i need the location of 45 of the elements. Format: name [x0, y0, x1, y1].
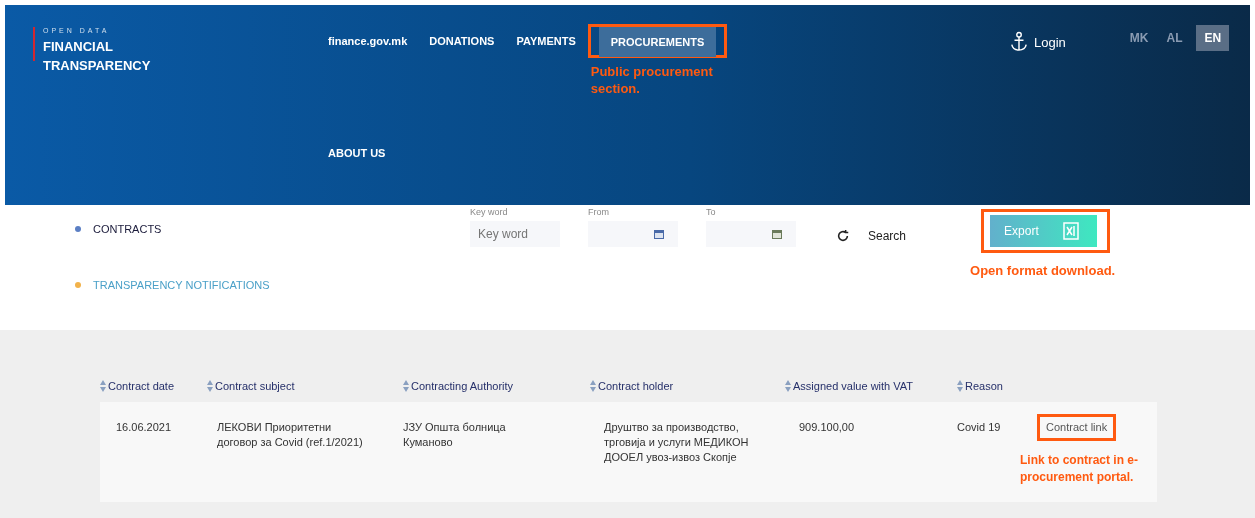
spreadsheet-icon — [1060, 221, 1081, 241]
annotation-text: Public procurement section. — [590, 63, 714, 97]
date-field[interactable] — [706, 221, 796, 247]
login-link[interactable]: Login — [1010, 31, 1066, 53]
nav-link[interactable]: DONATIONS — [429, 26, 495, 56]
contract-link[interactable]: Contract link — [1046, 421, 1108, 433]
sort-icon[interactable] — [785, 380, 791, 392]
column-header[interactable]: Assigned value with VAT — [793, 380, 914, 392]
annotation-text: Link to contract in e-procurement portal. — [1020, 452, 1139, 486]
refresh-icon[interactable] — [836, 229, 850, 243]
language-tab[interactable]: MK — [1125, 25, 1153, 51]
nav-link[interactable]: ABOUT US — [328, 138, 386, 168]
sort-icon[interactable] — [590, 380, 596, 392]
keyword-field[interactable]: Key word — [470, 221, 560, 247]
nav-link[interactable]: PAYMENTS — [516, 26, 576, 56]
calendar-icon — [772, 229, 782, 239]
nav-link[interactable]: PROCUREMENTS — [598, 27, 717, 57]
sort-icon[interactable] — [403, 380, 409, 392]
language-tab[interactable]: EN — [1196, 25, 1230, 51]
logo-title: FINANCIAL TRANSPARENCY — [43, 38, 152, 75]
sort-icon[interactable] — [100, 380, 106, 392]
language-tab[interactable]: AL — [1162, 25, 1187, 51]
column-header[interactable]: Contract holder — [598, 380, 674, 392]
table-cell-text: ЈЗУ Општа болница Куманово — [403, 420, 507, 450]
nav-link[interactable]: finance.gov.mk — [328, 26, 408, 56]
sort-icon[interactable] — [957, 380, 963, 392]
date-field[interactable] — [588, 221, 678, 247]
calendar-icon — [654, 229, 664, 239]
table-cell-text: Covid 19 — [957, 420, 1002, 435]
field-label: Key word — [470, 207, 509, 219]
column-header[interactable]: Contract date — [108, 380, 175, 392]
table-cell-text: 909.100,00 — [798, 420, 856, 435]
field-label: From — [588, 207, 610, 219]
anchor-icon — [1010, 31, 1028, 53]
column-header[interactable]: Contracting Authority — [411, 380, 514, 392]
table-cell-text: 16.06.2021 — [115, 420, 173, 435]
table-cell-text: Друштво за производство, трговија и услуги МЕДИКОН ДООЕЛ увоз-извоз Скопје — [603, 420, 750, 465]
column-header[interactable]: Contract subject — [215, 380, 295, 392]
sidebar-link[interactable]: CONTRACTS — [93, 223, 162, 235]
table-cell-text: ЛЕКОВИ Приоритетни договор за Covid (ref.1/2021) — [216, 420, 364, 450]
sort-icon[interactable] — [207, 380, 213, 392]
annotation-text: Open format download. — [970, 262, 1117, 279]
column-header[interactable]: Reason — [965, 380, 1003, 392]
field-label: To — [706, 207, 717, 219]
search-button[interactable]: Search — [868, 229, 907, 243]
